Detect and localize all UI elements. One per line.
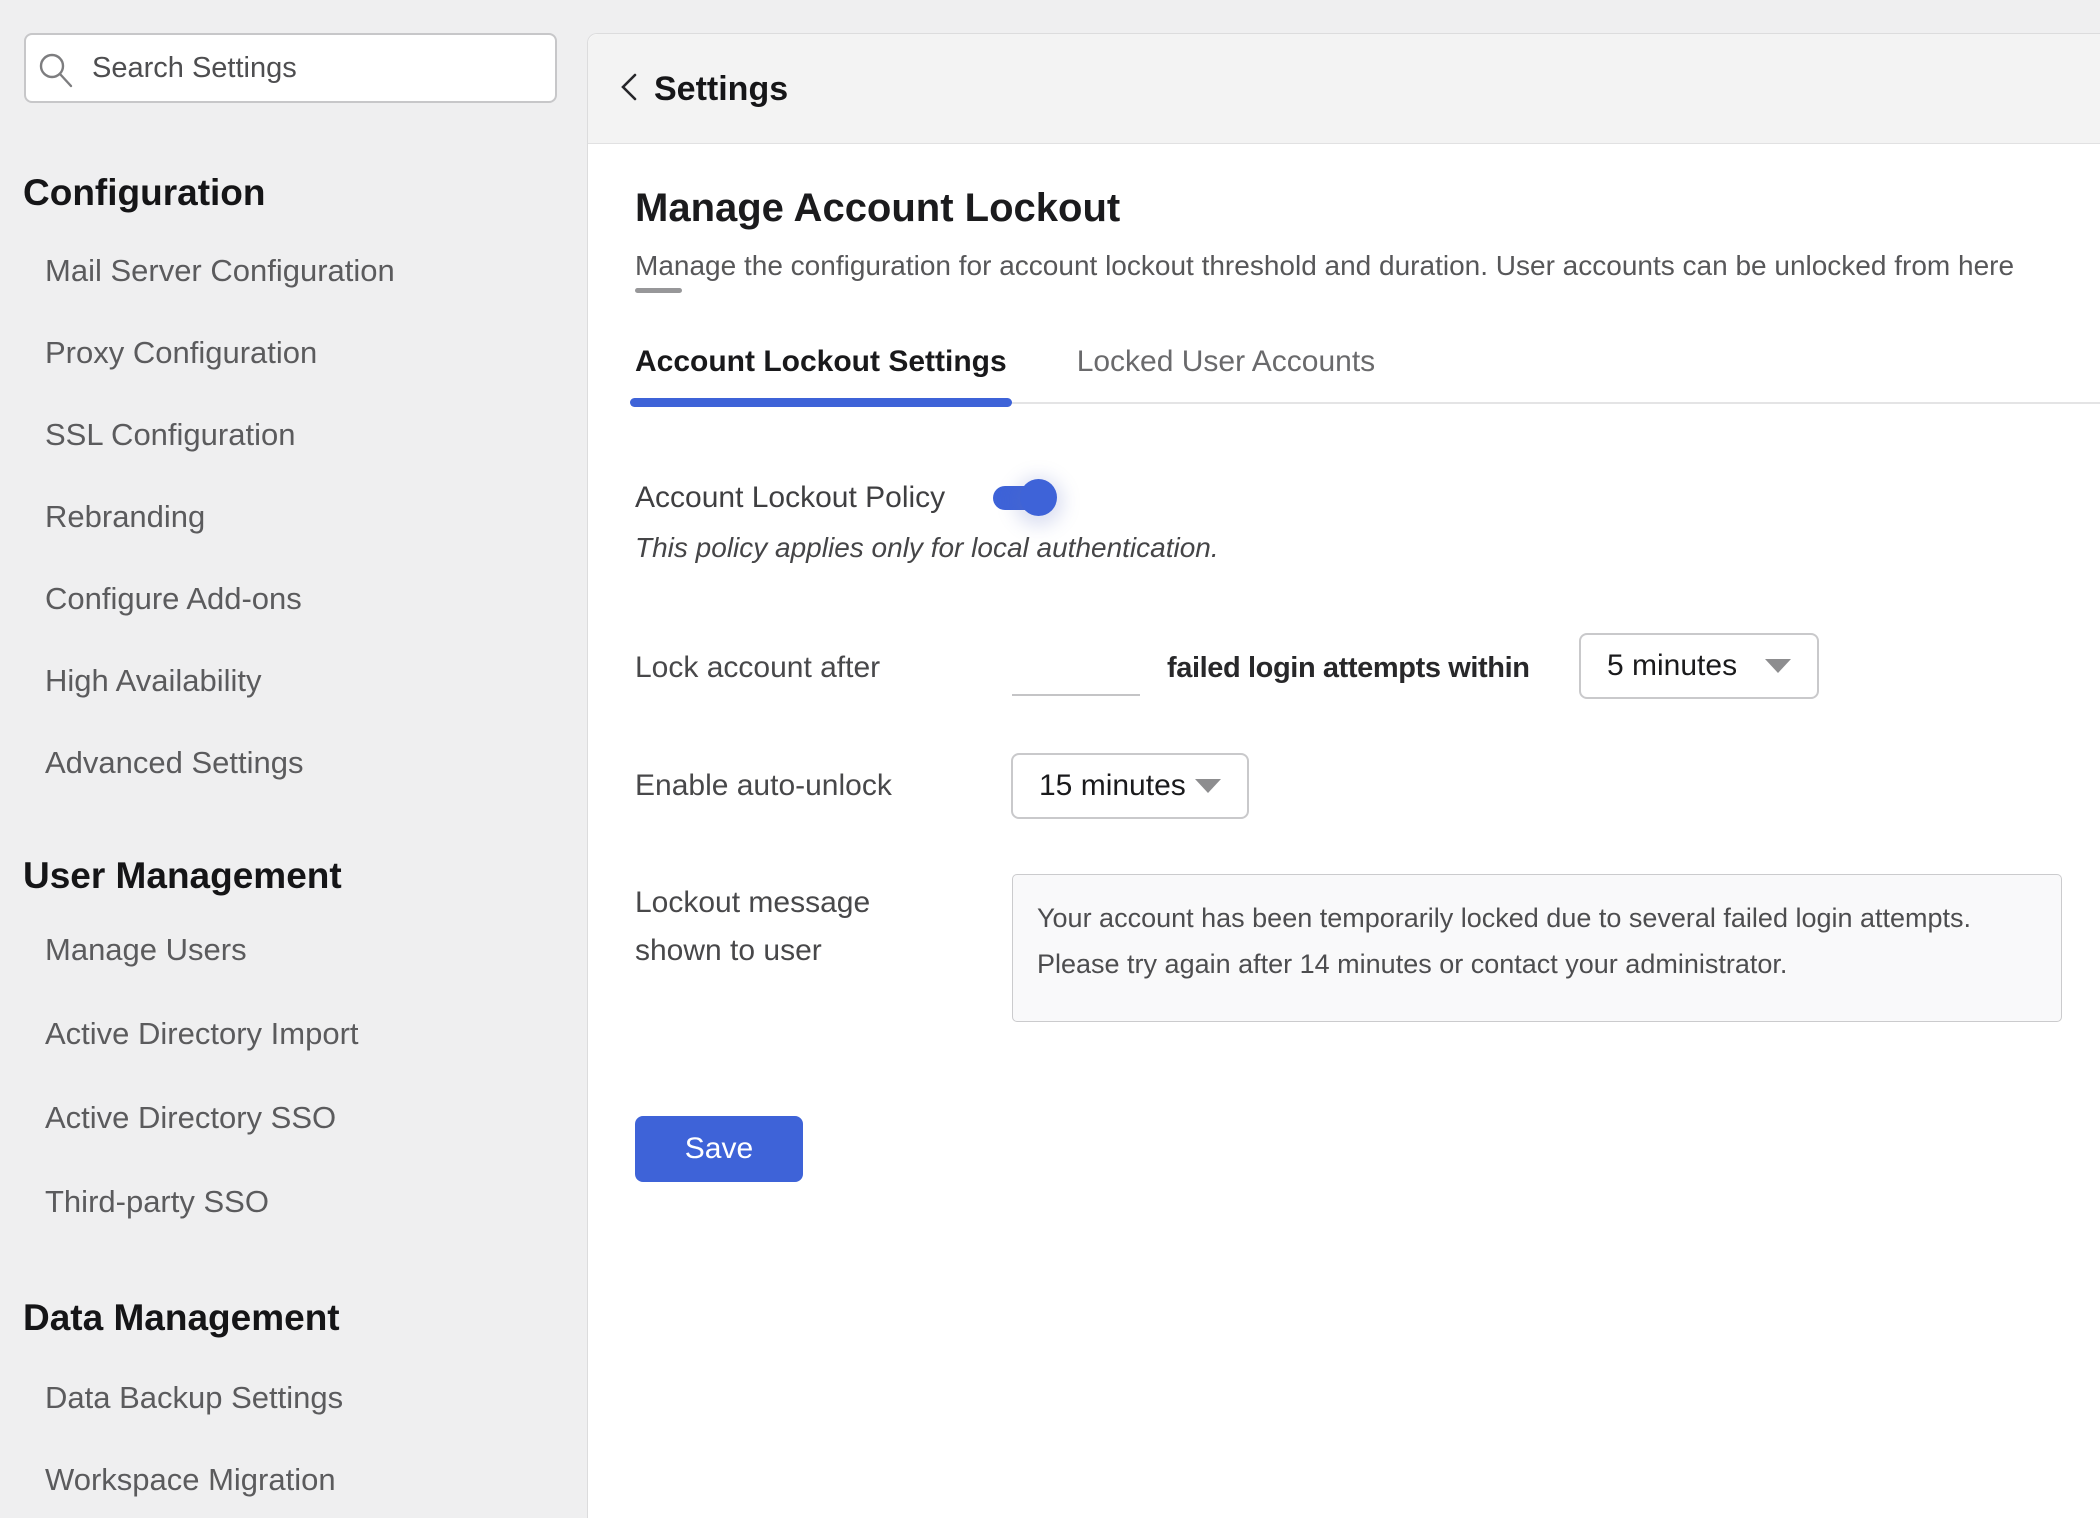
toggle-knob — [1020, 479, 1057, 516]
policy-note: This policy applies only for local authe… — [635, 532, 1219, 564]
sidebar-item-ssl-configuration[interactable]: SSL Configuration — [45, 413, 295, 457]
failed-attempts-input[interactable] — [1012, 656, 1140, 696]
sidebar-item-rebranding[interactable]: Rebranding — [45, 495, 205, 539]
sidebar-item-workspace-migration[interactable]: Workspace Migration — [45, 1458, 336, 1502]
lockout-message-label: Lockout message shown to user — [635, 879, 965, 975]
tab-locked-user-accounts[interactable]: Locked User Accounts — [1077, 342, 1376, 382]
sidebar-item-data-backup-settings[interactable]: Data Backup Settings — [45, 1376, 343, 1420]
back-to-settings-button[interactable]: Settings — [616, 34, 788, 144]
tab-account-lockout-settings[interactable]: Account Lockout Settings — [635, 342, 1007, 382]
chevron-down-icon — [1195, 779, 1221, 793]
sidebar-section-title-user-management: User Management — [23, 852, 342, 900]
page-title: Manage Account Lockout — [635, 186, 1120, 231]
sidebar-item-mail-server-configuration[interactable]: Mail Server Configuration — [45, 249, 395, 293]
lockout-message-textarea[interactable]: Your account has been temporarily locked… — [1012, 874, 2062, 1022]
sidebar-item-high-availability[interactable]: High Availability — [45, 659, 262, 703]
back-label: Settings — [654, 70, 788, 109]
search-input[interactable] — [24, 33, 557, 103]
sidebar-item-active-directory-sso[interactable]: Active Directory SSO — [45, 1096, 336, 1140]
sidebar-item-proxy-configuration[interactable]: Proxy Configuration — [45, 331, 317, 375]
lock-account-after-label: Lock account after — [635, 648, 880, 688]
lockout-window-value: 5 minutes — [1607, 649, 1737, 683]
auto-unlock-duration-value: 15 minutes — [1039, 769, 1186, 803]
sidebar-item-active-directory-import[interactable]: Active Directory Import — [45, 1012, 359, 1056]
chevron-left-icon — [616, 68, 642, 111]
tab-bar: Account Lockout Settings Locked User Acc… — [635, 342, 2100, 404]
enable-auto-unlock-label: Enable auto-unlock — [635, 766, 892, 806]
failed-login-attempts-within-label: failed login attempts within — [1167, 648, 1530, 688]
sidebar-item-configure-add-ons[interactable]: Configure Add-ons — [45, 577, 302, 621]
lockout-window-select[interactable]: 5 minutes — [1579, 633, 1819, 699]
settings-header-bar: Settings — [588, 34, 2100, 144]
description-accent-bar — [635, 288, 682, 293]
account-lockout-policy-label: Account Lockout Policy — [635, 478, 945, 518]
account-lockout-policy-toggle[interactable] — [993, 479, 1059, 516]
save-button[interactable]: Save — [635, 1116, 803, 1182]
sidebar-section-title-configuration: Configuration — [23, 169, 266, 217]
page-description: Manage the configuration for account loc… — [635, 250, 2014, 282]
settings-sidebar: Configuration Mail Server Configuration … — [0, 0, 587, 1518]
sidebar-section-title-data-management: Data Management — [23, 1294, 340, 1342]
sidebar-item-manage-users[interactable]: Manage Users — [45, 928, 247, 972]
chevron-down-icon — [1765, 659, 1791, 673]
sidebar-item-third-party-sso[interactable]: Third-party SSO — [45, 1180, 269, 1224]
sidebar-item-advanced-settings[interactable]: Advanced Settings — [45, 741, 304, 785]
settings-content-panel: Settings Manage Account Lockout Manage t… — [587, 33, 2100, 1518]
auto-unlock-duration-select[interactable]: 15 minutes — [1011, 753, 1249, 819]
settings-screen: Configuration Mail Server Configuration … — [0, 0, 2100, 1518]
